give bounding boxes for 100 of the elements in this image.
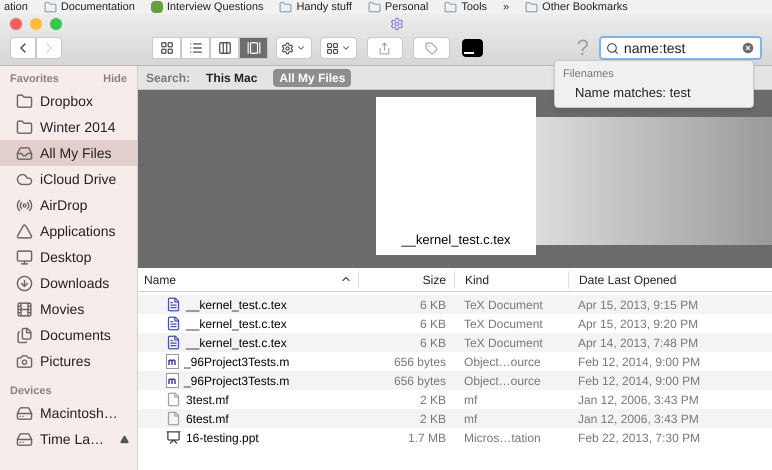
file-name: 6test.mf [186,410,229,428]
file-date: Jan 12, 2006, 3:43 PM [577,392,700,408]
file-kind: TeX Document [463,296,544,314]
app-icon [150,1,163,13]
column-header[interactable]: Date Last Opened [568,270,772,288]
sidebar-item[interactable]: AirDrop [0,192,137,218]
sidebar-heading: Favorites [10,72,59,87]
gear-icon [281,42,294,54]
arrange-button[interactable] [320,37,357,59]
bookmark-link[interactable]: Handy stuff [296,2,352,12]
sidebar-icon [16,326,33,344]
sidebar-icon [16,430,33,448]
sidebar-item[interactable]: Movies [0,296,137,322]
sidebar-icon [16,274,33,292]
view-icon [160,41,174,55]
sidebar-item[interactable]: Macintosh… [0,400,137,426]
sidebar-item[interactable]: Pictures [0,348,137,374]
bookmark-link[interactable]: Tools [461,2,488,12]
file-kind: mf [463,410,478,428]
file-date: Apr 15, 2013, 9:15 PM [577,296,700,314]
file-kind: TeX Document [463,334,544,352]
column-header[interactable]: Name [138,270,358,288]
tag-icon [424,42,438,54]
view-mode-button[interactable] [152,37,181,59]
file-date: Feb 22, 2013, 7:30 PM [577,430,702,446]
file-name: _96Project3Tests.m [184,372,290,390]
view-icon [246,41,260,55]
sidebar-item[interactable]: Dropbox [0,88,137,114]
sidebar-item[interactable]: All My Files [0,140,137,166]
file-size: 6 KB [418,296,447,314]
file-date: Apr 14, 2013, 7:48 PM [577,334,700,352]
bookmark-link[interactable]: Other Bookmarks [542,2,628,12]
share-button[interactable] [366,37,402,59]
file-date: Feb 12, 2014, 9:00 PM [577,354,702,370]
file-size: 2 KB [418,392,447,408]
file-size: 6 KB [418,316,447,332]
sidebar-item[interactable]: Downloads [0,270,137,296]
folder-gear-icon [390,17,404,31]
file-size: 1.7 MB [406,430,447,446]
sidebar-item[interactable]: Documents [0,322,137,348]
view-mode-button[interactable] [239,37,268,59]
file-kind: mf [463,392,478,408]
sidebar-heading: Devices [10,384,52,399]
sidebar-icon [16,222,33,240]
file-kind: Object…ource [463,372,542,390]
scope-option[interactable]: This Mac [200,68,264,86]
folder-icon [44,0,57,14]
view-mode-button[interactable] [181,37,210,59]
folder-icon [368,0,381,14]
file-row[interactable]: __kernel_test.c.tex 6 KB TeX Document Apr 15, 2013, 9:15 PM [138,295,772,314]
column-header[interactable]: Kind [454,270,568,288]
source-file-icon [166,373,179,388]
bookmark-link[interactable]: Personal [384,2,428,12]
column-header[interactable]: Size [358,270,454,288]
sidebar-item[interactable]: Time La… [0,426,137,452]
file-kind: Micros…tation [463,430,542,446]
file-name: __kernel_test.c.tex [186,296,287,314]
file-row[interactable]: 6test.mf 2 KB mf Jan 12, 2006, 3:43 PM [138,409,772,428]
sidebar-item[interactable]: Desktop [0,244,137,270]
presentation-file-icon [166,430,181,445]
file-row[interactable]: __kernel_test.c.tex 6 KB TeX Document Apr 14, 2013, 7:48 PM [138,333,772,352]
bookmark-link[interactable]: Documentation [60,2,135,12]
bookmark-link[interactable]: Interview Questions [166,2,264,12]
terminal-icon[interactable] [462,39,483,57]
file-size: 656 bytes [392,354,447,370]
sidebar-item[interactable]: iCloud Drive [0,166,137,192]
search-field[interactable]: name:test [598,36,762,60]
share-icon [378,42,392,54]
file-size: 2 KB [418,410,447,428]
file-kind: Object…ource [463,354,542,370]
file-date: Apr 15, 2013, 9:20 PM [577,316,700,332]
file-row[interactable]: _96Project3Tests.m 656 bytes Object…ource Feb 12, 2014, 9:00 PM [138,371,772,390]
view-icon [188,41,202,55]
sidebar-item[interactable]: Winter 2014 [0,114,137,140]
view-mode-button[interactable] [210,37,239,59]
scope-label: Search: [146,70,190,86]
back-button[interactable] [10,37,36,59]
tex-file-icon [166,316,181,331]
close-button[interactable] [10,18,22,30]
tex-file-icon [166,335,181,350]
sidebar-icon [16,92,33,110]
tex-file-icon [166,297,181,312]
file-name: _96Project3Tests.m [184,354,290,370]
sidebar-item[interactable]: Applications [0,218,137,244]
file-name: 16-testing.ppt [186,430,259,446]
bookmark-link[interactable]: ation [4,2,28,12]
clear-icon[interactable] [741,41,755,55]
eject-icon[interactable] [120,434,129,444]
sidebar-icon [16,300,33,318]
file-name: 3test.mf [186,392,229,408]
bookmark-link[interactable]: » [503,2,510,12]
grid-icon [326,42,339,54]
file-date: Feb 12, 2014, 9:00 PM [577,372,702,390]
preview-caption: __kernel_test.c.tex [401,230,511,249]
tag-button[interactable] [412,37,450,59]
search-value: name:test [624,38,686,58]
action-button[interactable] [276,37,312,59]
suggestion-item[interactable]: Name matches: test [555,83,753,103]
file-icon [166,411,181,426]
sidebar-icon [16,352,33,370]
